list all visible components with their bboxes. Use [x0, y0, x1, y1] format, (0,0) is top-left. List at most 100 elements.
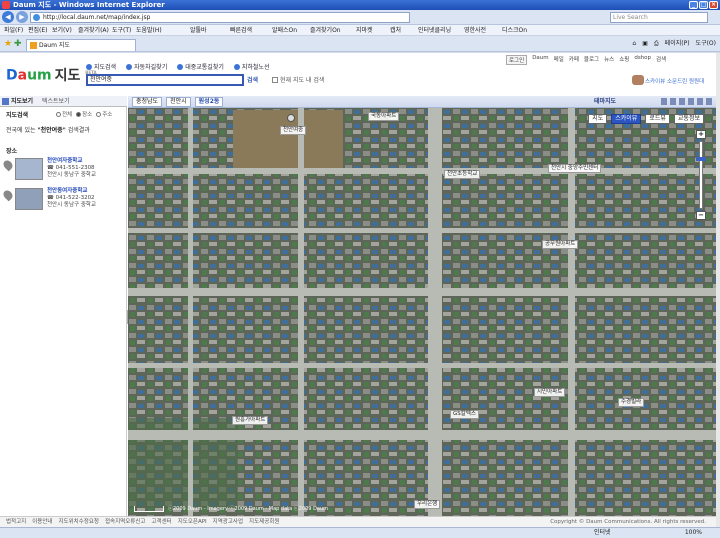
- footer-link[interactable]: 지역광고사업: [213, 517, 243, 527]
- toolbar-link[interactable]: 빠른검색: [230, 25, 252, 36]
- tab-skyview[interactable]: 스카이뷰: [611, 114, 642, 124]
- home-icon[interactable]: ⌂: [632, 39, 636, 49]
- favorites-star-icon[interactable]: ★: [4, 39, 12, 49]
- tools-menu[interactable]: 도구(O): [696, 39, 716, 49]
- browser-tab[interactable]: Daum 지도: [26, 39, 136, 51]
- tab-roadview[interactable]: 로드뷰: [645, 114, 670, 124]
- top-link[interactable]: 뉴스: [604, 55, 614, 65]
- daum-logo[interactable]: Daum 지도 BETA: [6, 65, 97, 84]
- tool-map-search[interactable]: 지도검색: [86, 62, 116, 71]
- footer-link[interactable]: 지도위치수정요청: [59, 517, 99, 527]
- map-label[interactable]: 국동아파트: [368, 112, 400, 121]
- place-name[interactable]: 천안여자중학교: [47, 158, 96, 165]
- top-link[interactable]: 메일: [554, 55, 564, 65]
- login-button[interactable]: 로그인: [506, 55, 528, 65]
- map-search-input[interactable]: 천안여중: [86, 74, 244, 86]
- toolbar-link[interactable]: 즐겨찾기On: [310, 25, 341, 36]
- radio-all[interactable]: 전체: [56, 110, 72, 118]
- map-label[interactable]: 수경빌라: [618, 398, 645, 407]
- toolbar-link[interactable]: 디스크On: [502, 25, 527, 36]
- toolbar-link[interactable]: 인터넷클리닝: [418, 25, 451, 36]
- map-label[interactable]: 천안시 중앙주민센터: [548, 164, 602, 173]
- top-link[interactable]: dshop: [634, 55, 651, 65]
- tool-transit-route[interactable]: 대중교통길찾기: [177, 62, 224, 71]
- breadcrumb-item[interactable]: 충청남도: [132, 97, 163, 107]
- fullscreen-icon[interactable]: [706, 98, 712, 105]
- minimize-button[interactable]: _: [689, 1, 698, 9]
- tool-car-route[interactable]: 자동차길찾기: [126, 62, 167, 71]
- zoom-slider-handle[interactable]: [696, 157, 706, 161]
- toolbar-link[interactable]: 알패스On: [272, 25, 297, 36]
- live-search-input[interactable]: Live Search: [610, 12, 708, 23]
- top-link[interactable]: 카페: [569, 55, 579, 65]
- share-icon[interactable]: [697, 98, 703, 105]
- tab-traffic[interactable]: 교통정보: [673, 114, 704, 124]
- menu-help[interactable]: 도움말(H): [136, 25, 162, 36]
- menu-edit[interactable]: 편집(E): [28, 25, 48, 36]
- back-button[interactable]: ◀: [2, 11, 14, 23]
- radio-address[interactable]: 주소: [96, 110, 112, 118]
- menu-file[interactable]: 파일(F): [4, 25, 23, 36]
- footer-link[interactable]: 지도오픈API: [178, 517, 207, 527]
- print-icon[interactable]: [679, 98, 685, 105]
- ruler-icon[interactable]: [661, 98, 667, 105]
- footer-link[interactable]: 접속지역오류신고: [105, 517, 145, 527]
- toolbar-link[interactable]: 영한사전: [464, 25, 486, 36]
- area-icon[interactable]: [670, 98, 676, 105]
- map-label[interactable]: 천안여중: [280, 126, 307, 135]
- bus-icon: [177, 63, 184, 70]
- current-map-search-checkbox[interactable]: 현재 지도 내 검색: [272, 75, 324, 84]
- add-favorite-icon[interactable]: ✚: [14, 39, 22, 49]
- list-item[interactable]: 천안동여자중학교 ☎ 041-522-3202 천안시 동남구 중학교: [1, 186, 124, 216]
- vertical-scrollbar[interactable]: [716, 53, 720, 527]
- menu-view[interactable]: 보기(V): [52, 25, 72, 36]
- tool-subway[interactable]: 지하철노선: [233, 62, 269, 71]
- school-marker-icon[interactable]: [287, 114, 295, 122]
- top-link[interactable]: 검색: [656, 55, 666, 65]
- breadcrumb-item[interactable]: 천안시: [166, 97, 191, 107]
- list-item[interactable]: 천안여자중학교 ☎ 041-551-2308 천안시 동남구 중학교: [1, 156, 124, 186]
- zoom-level[interactable]: 100%: [685, 528, 702, 538]
- radio-place[interactable]: 장소: [76, 110, 92, 118]
- map-label[interactable]: 원흥가아파트: [232, 416, 269, 425]
- map-label[interactable]: 시민아파트: [534, 388, 566, 397]
- top-link[interactable]: 쇼핑: [619, 55, 629, 65]
- footer-link[interactable]: 지도제공회원: [249, 517, 279, 527]
- menu-tools[interactable]: 도구(T): [112, 25, 131, 36]
- zoom-out-button[interactable]: −: [696, 211, 706, 220]
- map-label[interactable]: 우리은행: [414, 500, 441, 509]
- top-link[interactable]: Daum: [532, 55, 548, 65]
- zoom-slider[interactable]: [699, 141, 703, 209]
- maximize-button[interactable]: □: [699, 1, 708, 9]
- menu-favorites[interactable]: 즐겨찾기(A): [78, 25, 109, 36]
- toolbar-link[interactable]: 알툴바: [190, 25, 207, 36]
- zoom-in-button[interactable]: +: [696, 130, 706, 139]
- theme-map-button[interactable]: 테마지도: [594, 96, 616, 108]
- address-bar[interactable]: http://local.daum.net/map/index.jsp: [30, 12, 410, 23]
- search-button[interactable]: 검색: [247, 75, 258, 84]
- top-link[interactable]: 블로그: [584, 55, 599, 65]
- footer-link[interactable]: 고객센터: [151, 517, 171, 527]
- place-name[interactable]: 천안동여자중학교: [47, 188, 96, 195]
- map-label[interactable]: GS칼텍스: [450, 410, 479, 419]
- page-menu[interactable]: 페이지(P): [665, 39, 690, 49]
- tab-map[interactable]: 지도: [588, 114, 608, 124]
- breadcrumb-item[interactable]: 원성2동: [194, 97, 224, 107]
- promo-link[interactable]: 스카이뷰 소문드린 원원대: [645, 77, 704, 85]
- footer-link[interactable]: 법적고지: [6, 517, 26, 527]
- place-thumbnail[interactable]: [15, 158, 43, 180]
- toolbar-link[interactable]: 캡처: [390, 25, 401, 36]
- close-button[interactable]: ×: [709, 1, 718, 9]
- toolbar-link[interactable]: 지마켓: [356, 25, 373, 36]
- tab-map-view[interactable]: 지도보기: [11, 96, 33, 107]
- rss-icon[interactable]: ▣: [642, 39, 648, 49]
- print-icon[interactable]: ⎙: [654, 39, 659, 49]
- save-icon[interactable]: [688, 98, 694, 105]
- forward-button[interactable]: ▶: [16, 11, 28, 23]
- satellite-map[interactable]: 국동아파트 천안여중 천안초등학교 천안시 중앙주민센터 공무원아파트 시민아파…: [128, 108, 716, 516]
- map-label[interactable]: 천안초등학교: [444, 170, 481, 179]
- map-label[interactable]: 공무원아파트: [542, 240, 579, 249]
- place-thumbnail[interactable]: [15, 188, 43, 210]
- footer-link[interactable]: 이용안내: [32, 517, 52, 527]
- tab-text-view[interactable]: 텍스트보기: [42, 96, 70, 107]
